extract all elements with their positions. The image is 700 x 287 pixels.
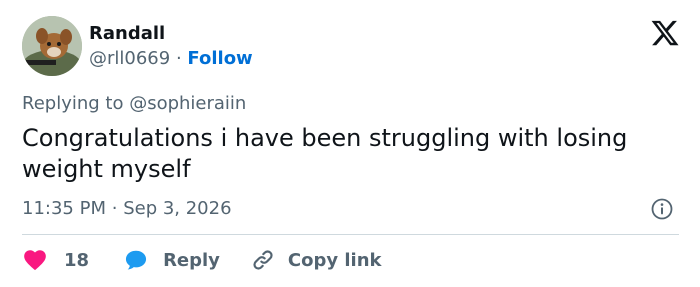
replying-to: Replying to @sophieraiin: [22, 93, 247, 114]
tweet-time: 11:35 PM: [22, 198, 106, 219]
copy-link-label: Copy link: [287, 249, 382, 271]
tweet-date: Sep 3, 2026: [123, 198, 232, 219]
action-bar: 18 Reply Copy link: [22, 246, 382, 274]
speech-bubble-icon: [123, 247, 149, 273]
x-logo-icon[interactable]: [650, 18, 680, 48]
author-handle[interactable]: @rll0669: [89, 48, 170, 69]
tweet-timestamp[interactable]: 11:35 PM · Sep 3, 2026: [22, 197, 232, 221]
copy-link-button[interactable]: Copy link: [250, 247, 382, 273]
like-count: 18: [64, 249, 90, 271]
tweet-text: Congratulations i have been struggling w…: [22, 124, 628, 183]
divider: [22, 234, 679, 235]
info-icon[interactable]: [650, 197, 674, 221]
author-name[interactable]: Randall: [89, 22, 165, 46]
author-handle-row: @rll0669 · Follow: [89, 47, 253, 71]
heart-icon: [22, 247, 48, 273]
follow-button[interactable]: Follow: [187, 48, 252, 69]
like-button[interactable]: 18: [22, 247, 89, 273]
reply-button[interactable]: Reply: [123, 247, 220, 273]
timestamp-separator: ·: [111, 198, 118, 219]
avatar-image: [22, 16, 82, 76]
reply-label: Reply: [163, 249, 220, 271]
handle-separator: ·: [175, 48, 182, 69]
link-icon: [250, 247, 276, 273]
avatar[interactable]: [22, 16, 82, 76]
